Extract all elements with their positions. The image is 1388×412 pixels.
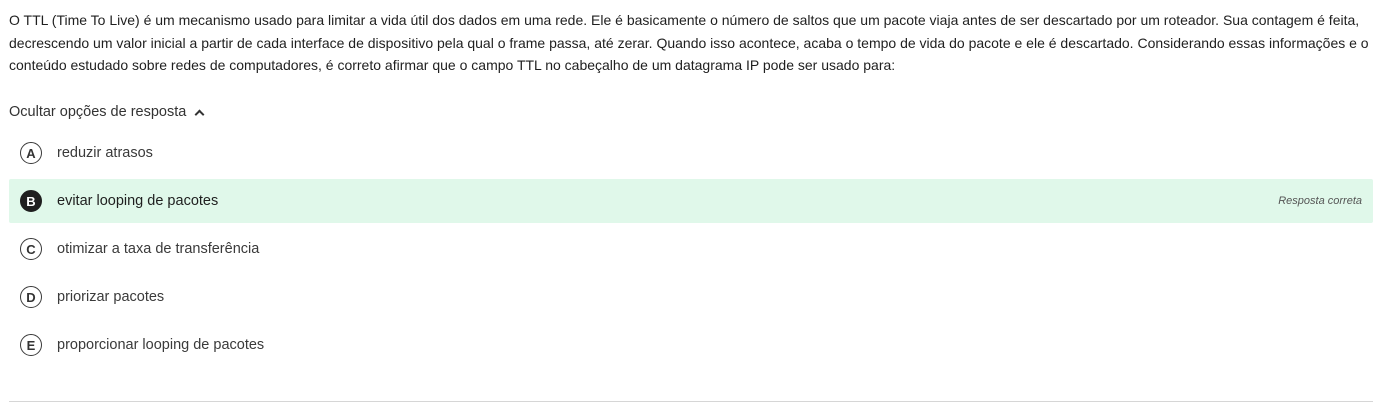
chevron-up-icon xyxy=(194,109,205,119)
option-letter-d: D xyxy=(20,286,42,308)
divider xyxy=(9,401,1373,402)
option-text-c: otimizar a taxa de transferência xyxy=(57,241,260,257)
option-text-a: reduzir atrasos xyxy=(57,145,153,161)
option-letter-a: A xyxy=(20,142,42,164)
correct-answer-label: Resposta correta xyxy=(1278,195,1362,207)
option-text-e: proporcionar looping de pacotes xyxy=(57,337,265,353)
option-text-d: priorizar pacotes xyxy=(57,289,165,305)
option-letter-c: C xyxy=(20,238,42,260)
option-d[interactable]: D priorizar pacotes xyxy=(9,275,1373,319)
question-text: O TTL (Time To Live) é um mecanismo usad… xyxy=(9,12,1369,73)
option-letter-b: B xyxy=(20,190,42,212)
hide-options-toggle[interactable]: Ocultar opções de resposta xyxy=(9,102,205,122)
option-c[interactable]: C otimizar a taxa de transferência xyxy=(9,227,1373,271)
option-e[interactable]: E proporcionar looping de pacotes xyxy=(9,323,1373,367)
hide-options-label: Ocultar opções de resposta xyxy=(9,104,187,120)
answer-options: A reduzir atrasos B evitar looping de pa… xyxy=(9,131,1373,371)
option-text-b: evitar looping de pacotes xyxy=(57,193,219,209)
option-b[interactable]: B evitar looping de pacotes Resposta cor… xyxy=(9,179,1373,223)
option-a[interactable]: A reduzir atrasos xyxy=(9,131,1373,175)
option-letter-e: E xyxy=(20,334,42,356)
